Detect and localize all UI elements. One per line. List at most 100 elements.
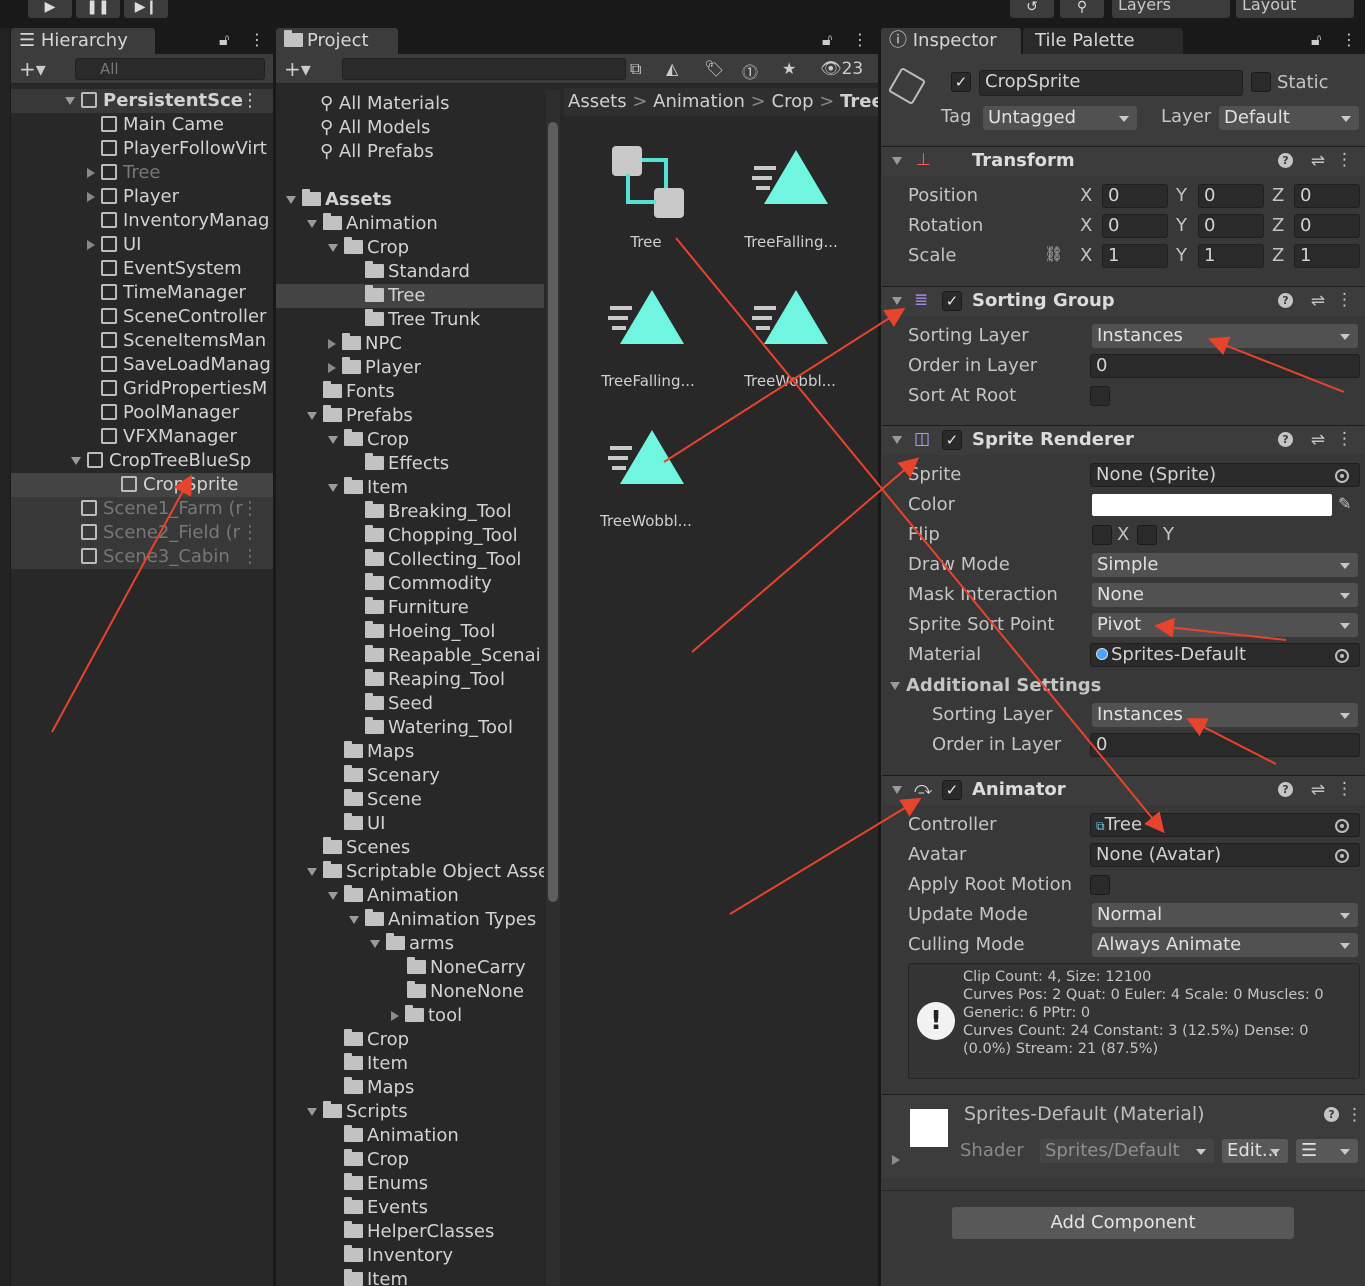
- asset-label[interactable]: TreeWobbl...: [586, 512, 706, 530]
- project-tree-item[interactable]: Item: [276, 476, 544, 500]
- project-tree-item[interactable]: Maps: [276, 740, 544, 764]
- hierarchy-row[interactable]: CropSprite: [11, 473, 273, 497]
- project-tree-item[interactable]: Player: [276, 356, 544, 380]
- favorite-icon[interactable]: ★: [782, 59, 796, 78]
- help-icon[interactable]: ?: [1278, 782, 1293, 797]
- hierarchy-row[interactable]: SaveLoadManag: [11, 353, 273, 377]
- fold-arrow-icon[interactable]: [307, 1108, 317, 1116]
- project-tree-item[interactable]: Scene: [276, 788, 544, 812]
- transform-pos-z-field[interactable]: 0: [1294, 184, 1360, 208]
- order-in-layer-field[interactable]: 0: [1090, 733, 1360, 757]
- hierarchy-scene-row[interactable]: Scene3_Cabin ⋮: [11, 545, 273, 569]
- static-checkbox[interactable]: [1251, 72, 1271, 92]
- object-picker-icon[interactable]: [1335, 819, 1349, 833]
- project-tree-item[interactable]: Furniture: [276, 596, 544, 620]
- presets-icon[interactable]: ⇌: [1311, 291, 1325, 311]
- project-tree-item[interactable]: Hoeing_Tool: [276, 620, 544, 644]
- more-menu-icon[interactable]: ⋮: [241, 89, 259, 113]
- project-tree-item[interactable]: Tree Trunk: [276, 308, 544, 332]
- project-tree-item[interactable]: tool: [276, 1004, 544, 1028]
- object-name-field[interactable]: CropSprite: [979, 70, 1243, 96]
- breadcrumb-item[interactable]: Crop: [772, 91, 814, 112]
- project-tree-item[interactable]: Collecting_Tool: [276, 548, 544, 572]
- hierarchy-row[interactable]: UI: [11, 233, 273, 257]
- hierarchy-row[interactable]: Main Came: [11, 113, 273, 137]
- fold-arrow-icon[interactable]: [892, 1155, 900, 1165]
- more-menu-icon[interactable]: ⋮: [852, 30, 868, 49]
- fold-arrow-icon[interactable]: [349, 916, 359, 924]
- tag-dropdown[interactable]: Untagged: [983, 106, 1137, 130]
- update-mode-dropdown[interactable]: Normal: [1092, 903, 1358, 927]
- hierarchy-row[interactable]: SceneController: [11, 305, 273, 329]
- avatar-field[interactable]: None (Avatar): [1090, 843, 1360, 867]
- apply-root-motion-checkbox[interactable]: [1090, 875, 1110, 895]
- project-tree-item[interactable]: Item: [276, 1052, 544, 1076]
- project-tree-item[interactable]: Fonts: [276, 380, 544, 404]
- animation-clip-icon[interactable]: [752, 148, 832, 208]
- object-picker-icon[interactable]: [1335, 849, 1349, 863]
- help-icon[interactable]: ?: [1324, 1107, 1339, 1122]
- log-icon[interactable]: ⓵: [742, 59, 758, 83]
- project-tree-item[interactable]: Commodity: [276, 572, 544, 596]
- order-in-layer-field[interactable]: 0: [1090, 354, 1360, 378]
- sprite-renderer-header[interactable]: ◫ ✓ Sprite Renderer ? ⇌ ⋮: [882, 425, 1365, 455]
- asset-label[interactable]: Tree: [586, 233, 706, 251]
- object-picker-icon[interactable]: [1335, 469, 1349, 483]
- search-popout-icon[interactable]: ⧉: [630, 59, 641, 79]
- fold-arrow-icon[interactable]: [307, 412, 317, 420]
- fold-arrow-icon[interactable]: [328, 363, 336, 373]
- transform-scl-y-field[interactable]: 1: [1198, 244, 1264, 268]
- more-menu-icon[interactable]: ⋮: [1336, 429, 1353, 449]
- active-checkbox[interactable]: ✓: [951, 72, 971, 92]
- project-tree-item[interactable]: Scenes: [276, 836, 544, 860]
- hierarchy-search-input[interactable]: All: [75, 58, 265, 80]
- favorite-item[interactable]: ⚲ All Prefabs: [320, 140, 434, 164]
- hierarchy-row[interactable]: Tree: [11, 161, 273, 185]
- enabled-checkbox[interactable]: ✓: [942, 430, 962, 450]
- transform-pos-x-field[interactable]: 0: [1102, 184, 1168, 208]
- animation-clip-icon[interactable]: [608, 288, 688, 348]
- edit-shader-button[interactable]: Edit...: [1222, 1139, 1288, 1163]
- fold-arrow-icon[interactable]: [370, 940, 380, 948]
- fold-arrow-icon[interactable]: [87, 240, 95, 250]
- hierarchy-row[interactable]: CropTreeBlueSp: [11, 449, 273, 473]
- presets-icon[interactable]: ⇌: [1311, 430, 1325, 450]
- pause-button[interactable]: ❚❚: [76, 0, 120, 18]
- breadcrumb-current[interactable]: Tree: [840, 91, 878, 112]
- project-tree-item[interactable]: Enums: [276, 1172, 544, 1196]
- controller-field[interactable]: ⧉Tree: [1090, 813, 1360, 837]
- lock-icon[interactable]: 🔓︎: [219, 30, 229, 50]
- asset-label[interactable]: TreeFalling...: [731, 233, 851, 251]
- fold-arrow-icon[interactable]: [65, 97, 75, 105]
- fold-arrow-icon[interactable]: [328, 244, 338, 252]
- more-menu-icon[interactable]: ⋮: [241, 545, 259, 569]
- hierarchy-row[interactable]: EventSystem: [11, 257, 273, 281]
- project-tree-item[interactable]: Scenary: [276, 764, 544, 788]
- hierarchy-row[interactable]: TimeManager: [11, 281, 273, 305]
- tab-project[interactable]: Project: [276, 28, 398, 54]
- project-tree-item[interactable]: Reaping_Tool: [276, 668, 544, 692]
- asset-label[interactable]: TreeFalling...: [588, 372, 708, 390]
- project-tree-item[interactable]: Crop: [276, 236, 544, 260]
- flip-y-checkbox[interactable]: [1137, 525, 1157, 545]
- project-tree-item[interactable]: Crop: [276, 1028, 544, 1052]
- fold-arrow-icon[interactable]: [328, 892, 338, 900]
- project-tree-item[interactable]: Reapable_Scenai: [276, 644, 544, 668]
- more-menu-icon[interactable]: ⋮: [1336, 290, 1353, 310]
- sorting-layer-dropdown[interactable]: Instances: [1092, 324, 1358, 348]
- transform-rot-x-field[interactable]: 0: [1102, 214, 1168, 238]
- breadcrumb-item[interactable]: Assets: [568, 91, 627, 112]
- project-tree-item[interactable]: Prefabs: [276, 404, 544, 428]
- tab-hierarchy[interactable]: ☰ Hierarchy: [11, 28, 155, 54]
- fold-arrow-icon[interactable]: [328, 436, 338, 444]
- sorting-group-header[interactable]: ≣ ✓ Sorting Group ? ⇌ ⋮: [882, 286, 1365, 316]
- hierarchy-row[interactable]: InventoryManag: [11, 209, 273, 233]
- visibility-count[interactable]: 👁︎23: [820, 59, 863, 79]
- hierarchy-scene-row[interactable]: Scene1_Farm (r ⋮: [11, 497, 273, 521]
- project-tree-item[interactable]: Watering_Tool: [276, 716, 544, 740]
- additional-settings-foldout[interactable]: Additional Settings: [890, 675, 1101, 696]
- more-menu-icon[interactable]: ⋮: [1341, 30, 1357, 49]
- transform-scl-x-field[interactable]: 1: [1102, 244, 1168, 268]
- more-menu-icon[interactable]: ⋮: [241, 497, 259, 521]
- project-tree-item[interactable]: Animation: [276, 1124, 544, 1148]
